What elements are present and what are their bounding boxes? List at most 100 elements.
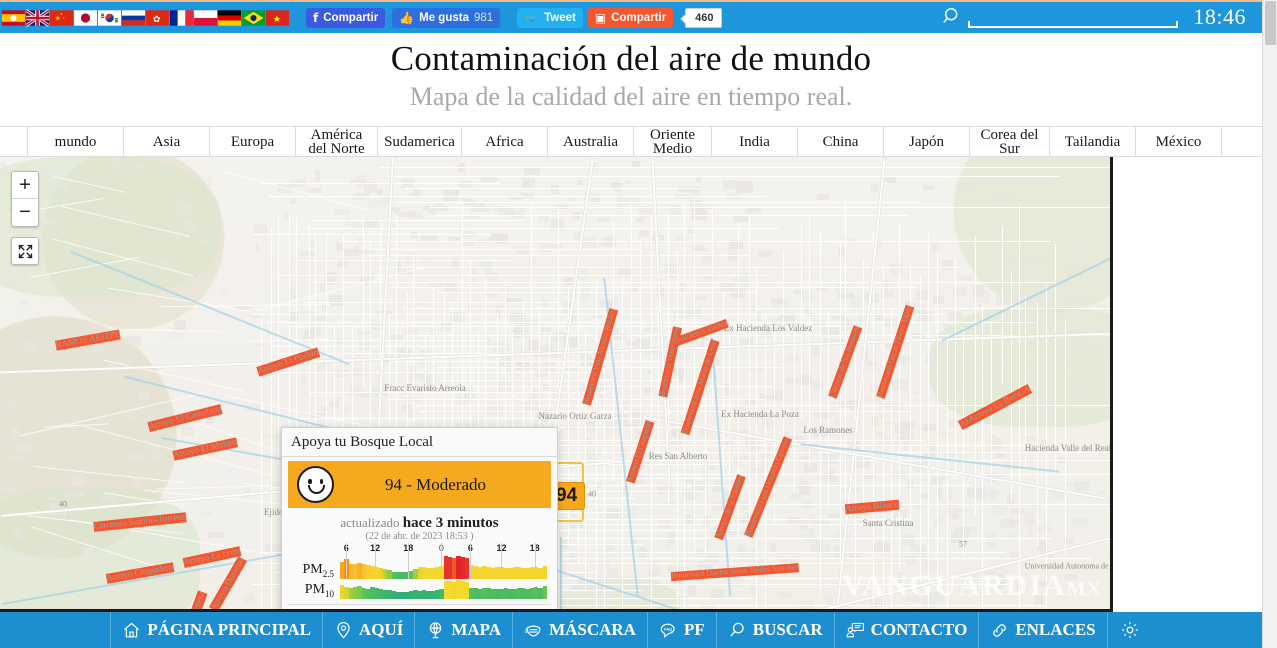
station-popup[interactable]: Apoya tu Bosque Local 94 - Moderado actu…: [281, 427, 558, 609]
reddit-share-button[interactable]: ▣ Compartir: [587, 7, 674, 28]
globe-icon: [426, 621, 445, 640]
map-building-block: [606, 568, 619, 578]
map-building-block: [959, 275, 974, 281]
tab-australia[interactable]: Australia: [548, 127, 634, 156]
tab-label: Australia: [563, 133, 618, 150]
tab-india[interactable]: India: [712, 127, 798, 156]
flag-france[interactable]: [170, 9, 193, 27]
tab-china[interactable]: China: [798, 127, 884, 156]
map-building-block: [956, 185, 970, 190]
bottom-nav-settings[interactable]: [1108, 612, 1152, 648]
map-building-block: [463, 215, 479, 220]
facebook-share-button[interactable]: f Compartir: [306, 7, 386, 28]
map-building-block: [472, 266, 477, 275]
map-building-block: [245, 486, 250, 498]
map-building-block: [200, 512, 213, 517]
watermark-text: VANGUARDIA: [842, 569, 1067, 602]
map-building-block: [638, 230, 650, 237]
tab-label: América del Norte: [308, 126, 365, 157]
tab-europa[interactable]: Europa: [210, 127, 296, 156]
facebook-like-button[interactable]: 👍 Me gusta 981: [392, 7, 501, 28]
chart-gridline: [375, 543, 377, 579]
map-building-block: [997, 285, 1015, 293]
tab-africa[interactable]: Africa: [462, 127, 548, 156]
map-street: [640, 238, 642, 424]
flag-china[interactable]: ★★★: [50, 9, 73, 27]
bottom-nav-p-gina-principal[interactable]: PÁGINA PRINCIPAL: [110, 612, 323, 648]
map-building-block: [355, 174, 366, 186]
flag-south-korea[interactable]: [98, 9, 121, 27]
map-building-block: [1098, 416, 1104, 421]
top-bar: ★ ★ ★ ✿ ★ f Compartir 👍 Me gusta 981 🐦 T…: [0, 0, 1262, 33]
fullscreen-button[interactable]: [11, 237, 39, 265]
map-label: Fracc Evaristo Arreola: [384, 383, 466, 394]
map-building-block: [956, 508, 969, 513]
scrollbar-thumb[interactable]: [1265, 1, 1276, 45]
gear-icon: [1120, 620, 1140, 640]
map-label: Ex Hacienda Los Valdez: [723, 323, 813, 334]
pm-row-pm25: PM2.561218061218: [282, 543, 557, 579]
map-building-block: [758, 249, 772, 258]
map-building-block: [366, 198, 383, 208]
page-title: Contaminación del aire de mundo: [390, 39, 872, 78]
flag-hong-kong[interactable]: ✿: [146, 9, 169, 27]
map-building-block: [1064, 482, 1078, 488]
tab-mundo[interactable]: mundo: [28, 127, 124, 156]
bottom-nav-pf[interactable]: FAQ PF: [648, 612, 717, 648]
tab-jap-n[interactable]: Japón: [884, 127, 970, 156]
map-street: [1019, 204, 1021, 609]
flag-poland[interactable]: [194, 9, 217, 27]
tab-tailandia[interactable]: Tailandia: [1050, 127, 1136, 156]
map-building-block: [86, 214, 93, 227]
facebook-like-label: Me gusta: [419, 11, 469, 24]
map-building-block: [523, 167, 541, 175]
flag-uk[interactable]: [26, 8, 49, 27]
aqi-banner: 94 - Moderado: [288, 461, 551, 508]
search-icon[interactable]: [942, 6, 964, 28]
bottom-nav-mapa[interactable]: MAPA: [415, 612, 514, 648]
flag-brazil[interactable]: [242, 9, 265, 27]
map-building-block: [328, 294, 343, 307]
map-building-block: [736, 181, 753, 193]
map-building-block: [51, 443, 58, 453]
tab-oriente-medio[interactable]: Oriente Medio: [634, 127, 712, 156]
bottom-nav-aqu-[interactable]: AQUÍ: [323, 612, 416, 648]
bottom-nav-m-scara[interactable]: MÁSCARA: [513, 612, 648, 648]
tab-m-xico[interactable]: México: [1136, 127, 1222, 156]
page-scrollbar[interactable]: [1262, 0, 1277, 648]
chart-gridline: [534, 543, 536, 579]
map-building-block: [596, 217, 610, 222]
map-building-block: [1074, 225, 1080, 233]
map-building-block: [1097, 304, 1110, 317]
flag-japan[interactable]: [74, 9, 97, 27]
flag-vietnam[interactable]: ★: [266, 9, 289, 27]
map-building-block: [580, 288, 591, 301]
map-building-block: [206, 573, 220, 577]
map-street: [252, 233, 490, 235]
tab-am-rica-del-norte[interactable]: América del Norte: [296, 127, 378, 156]
twitter-tweet-button[interactable]: 🐦 Tweet: [517, 7, 583, 28]
tab-asia[interactable]: Asia: [124, 127, 210, 156]
bottom-nav-contacto[interactable]: CONTACTO: [835, 612, 980, 648]
flag-germany[interactable]: [218, 9, 241, 27]
map-building-block: [77, 491, 86, 496]
map-street: [430, 206, 1110, 208]
map-building-block: [814, 539, 823, 546]
flag-russia[interactable]: [122, 9, 145, 27]
bottom-nav-buscar[interactable]: BUSCAR: [717, 612, 835, 648]
map-building-block: [867, 368, 881, 372]
tab-corea-del-sur[interactable]: Corea del Sur: [970, 127, 1050, 156]
map-building-block: [1067, 288, 1081, 301]
map-canvas[interactable]: ARROYO LA BOCAArroyo La BocaFracc Evaris…: [0, 157, 1113, 612]
tab-sudamerica[interactable]: Sudamerica: [378, 127, 462, 156]
map-building-block: [43, 554, 54, 561]
map-building-block: [986, 490, 1000, 500]
twitter-tweet-label: Tweet: [544, 11, 576, 24]
zoom-in-button[interactable]: +: [12, 172, 38, 199]
flag-spain[interactable]: [2, 9, 25, 27]
search-input[interactable]: [968, 11, 1178, 28]
zoom-out-button[interactable]: −: [12, 199, 38, 226]
bottom-nav-enlaces[interactable]: ENLACES: [979, 612, 1108, 648]
map-street: [437, 367, 785, 369]
chart-gridline: [441, 543, 443, 579]
